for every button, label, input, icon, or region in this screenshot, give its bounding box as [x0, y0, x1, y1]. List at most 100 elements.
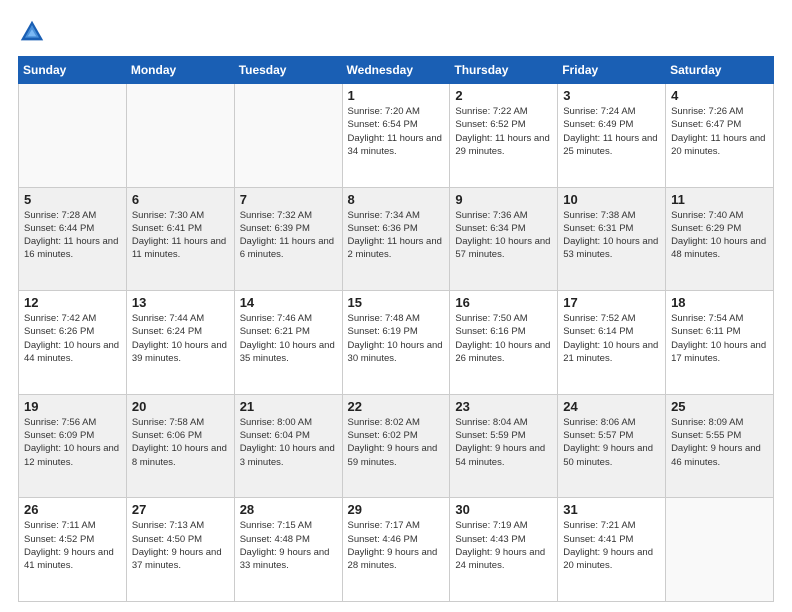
calendar-week-2: 12 Sunrise: 7:42 AM Sunset: 6:26 PM Dayli…	[19, 291, 774, 395]
header	[18, 18, 774, 46]
calendar-week-3: 19 Sunrise: 7:56 AM Sunset: 6:09 PM Dayli…	[19, 394, 774, 498]
calendar-cell: 14 Sunrise: 7:46 AM Sunset: 6:21 PM Dayli…	[234, 291, 342, 395]
calendar-cell: 1 Sunrise: 7:20 AM Sunset: 6:54 PM Daylig…	[342, 84, 450, 188]
day-info: Sunrise: 7:38 AM Sunset: 6:31 PM Dayligh…	[563, 209, 660, 262]
day-number: 14	[240, 295, 337, 310]
day-info: Sunrise: 7:56 AM Sunset: 6:09 PM Dayligh…	[24, 416, 121, 469]
day-number: 20	[132, 399, 229, 414]
day-number: 1	[348, 88, 445, 103]
day-info: Sunrise: 7:22 AM Sunset: 6:52 PM Dayligh…	[455, 105, 552, 158]
calendar-cell: 6 Sunrise: 7:30 AM Sunset: 6:41 PM Daylig…	[126, 187, 234, 291]
day-number: 11	[671, 192, 768, 207]
day-info: Sunrise: 8:00 AM Sunset: 6:04 PM Dayligh…	[240, 416, 337, 469]
day-info: Sunrise: 8:09 AM Sunset: 5:55 PM Dayligh…	[671, 416, 768, 469]
day-info: Sunrise: 7:44 AM Sunset: 6:24 PM Dayligh…	[132, 312, 229, 365]
calendar-cell: 21 Sunrise: 8:00 AM Sunset: 6:04 PM Dayli…	[234, 394, 342, 498]
day-info: Sunrise: 7:48 AM Sunset: 6:19 PM Dayligh…	[348, 312, 445, 365]
calendar-cell	[19, 84, 127, 188]
calendar-cell: 13 Sunrise: 7:44 AM Sunset: 6:24 PM Dayli…	[126, 291, 234, 395]
calendar-cell: 4 Sunrise: 7:26 AM Sunset: 6:47 PM Daylig…	[666, 84, 774, 188]
calendar-cell	[666, 498, 774, 602]
calendar-header-thursday: Thursday	[450, 57, 558, 84]
day-info: Sunrise: 8:06 AM Sunset: 5:57 PM Dayligh…	[563, 416, 660, 469]
day-info: Sunrise: 7:54 AM Sunset: 6:11 PM Dayligh…	[671, 312, 768, 365]
day-number: 5	[24, 192, 121, 207]
day-number: 6	[132, 192, 229, 207]
day-info: Sunrise: 7:15 AM Sunset: 4:48 PM Dayligh…	[240, 519, 337, 572]
day-number: 30	[455, 502, 552, 517]
day-info: Sunrise: 7:20 AM Sunset: 6:54 PM Dayligh…	[348, 105, 445, 158]
day-number: 23	[455, 399, 552, 414]
day-number: 25	[671, 399, 768, 414]
calendar-header-friday: Friday	[558, 57, 666, 84]
calendar-cell: 19 Sunrise: 7:56 AM Sunset: 6:09 PM Dayli…	[19, 394, 127, 498]
calendar-cell: 8 Sunrise: 7:34 AM Sunset: 6:36 PM Daylig…	[342, 187, 450, 291]
day-info: Sunrise: 7:32 AM Sunset: 6:39 PM Dayligh…	[240, 209, 337, 262]
day-info: Sunrise: 7:17 AM Sunset: 4:46 PM Dayligh…	[348, 519, 445, 572]
day-info: Sunrise: 7:28 AM Sunset: 6:44 PM Dayligh…	[24, 209, 121, 262]
day-number: 28	[240, 502, 337, 517]
calendar-cell: 9 Sunrise: 7:36 AM Sunset: 6:34 PM Daylig…	[450, 187, 558, 291]
day-info: Sunrise: 7:40 AM Sunset: 6:29 PM Dayligh…	[671, 209, 768, 262]
day-number: 24	[563, 399, 660, 414]
day-number: 17	[563, 295, 660, 310]
day-info: Sunrise: 7:36 AM Sunset: 6:34 PM Dayligh…	[455, 209, 552, 262]
day-info: Sunrise: 7:42 AM Sunset: 6:26 PM Dayligh…	[24, 312, 121, 365]
day-info: Sunrise: 7:24 AM Sunset: 6:49 PM Dayligh…	[563, 105, 660, 158]
calendar-cell: 16 Sunrise: 7:50 AM Sunset: 6:16 PM Dayli…	[450, 291, 558, 395]
day-number: 2	[455, 88, 552, 103]
calendar-cell: 12 Sunrise: 7:42 AM Sunset: 6:26 PM Dayli…	[19, 291, 127, 395]
calendar-cell: 25 Sunrise: 8:09 AM Sunset: 5:55 PM Dayli…	[666, 394, 774, 498]
calendar-header-saturday: Saturday	[666, 57, 774, 84]
logo	[18, 18, 50, 46]
day-number: 12	[24, 295, 121, 310]
day-number: 16	[455, 295, 552, 310]
calendar-week-0: 1 Sunrise: 7:20 AM Sunset: 6:54 PM Daylig…	[19, 84, 774, 188]
calendar-header-wednesday: Wednesday	[342, 57, 450, 84]
calendar-cell	[126, 84, 234, 188]
calendar-header-row: SundayMondayTuesdayWednesdayThursdayFrid…	[19, 57, 774, 84]
day-number: 13	[132, 295, 229, 310]
calendar-cell: 24 Sunrise: 8:06 AM Sunset: 5:57 PM Dayli…	[558, 394, 666, 498]
day-number: 8	[348, 192, 445, 207]
day-info: Sunrise: 7:46 AM Sunset: 6:21 PM Dayligh…	[240, 312, 337, 365]
calendar-week-1: 5 Sunrise: 7:28 AM Sunset: 6:44 PM Daylig…	[19, 187, 774, 291]
calendar-cell: 29 Sunrise: 7:17 AM Sunset: 4:46 PM Dayli…	[342, 498, 450, 602]
calendar-cell: 18 Sunrise: 7:54 AM Sunset: 6:11 PM Dayli…	[666, 291, 774, 395]
day-number: 27	[132, 502, 229, 517]
day-info: Sunrise: 7:52 AM Sunset: 6:14 PM Dayligh…	[563, 312, 660, 365]
calendar-header-monday: Monday	[126, 57, 234, 84]
day-number: 29	[348, 502, 445, 517]
day-number: 9	[455, 192, 552, 207]
calendar-table: SundayMondayTuesdayWednesdayThursdayFrid…	[18, 56, 774, 602]
calendar-header-sunday: Sunday	[19, 57, 127, 84]
day-info: Sunrise: 7:19 AM Sunset: 4:43 PM Dayligh…	[455, 519, 552, 572]
calendar-cell: 17 Sunrise: 7:52 AM Sunset: 6:14 PM Dayli…	[558, 291, 666, 395]
day-number: 7	[240, 192, 337, 207]
day-number: 31	[563, 502, 660, 517]
calendar-cell: 11 Sunrise: 7:40 AM Sunset: 6:29 PM Dayli…	[666, 187, 774, 291]
day-info: Sunrise: 7:30 AM Sunset: 6:41 PM Dayligh…	[132, 209, 229, 262]
day-number: 3	[563, 88, 660, 103]
day-number: 15	[348, 295, 445, 310]
day-info: Sunrise: 7:50 AM Sunset: 6:16 PM Dayligh…	[455, 312, 552, 365]
calendar-cell: 28 Sunrise: 7:15 AM Sunset: 4:48 PM Dayli…	[234, 498, 342, 602]
day-info: Sunrise: 7:11 AM Sunset: 4:52 PM Dayligh…	[24, 519, 121, 572]
day-info: Sunrise: 8:04 AM Sunset: 5:59 PM Dayligh…	[455, 416, 552, 469]
calendar-cell: 31Sunrise: 7:21 AM Sunset: 4:41 PM Dayli…	[558, 498, 666, 602]
day-info: Sunrise: 7:26 AM Sunset: 6:47 PM Dayligh…	[671, 105, 768, 158]
day-info: Sunrise: 7:58 AM Sunset: 6:06 PM Dayligh…	[132, 416, 229, 469]
calendar-cell: 26Sunrise: 7:11 AM Sunset: 4:52 PM Dayli…	[19, 498, 127, 602]
day-number: 18	[671, 295, 768, 310]
day-info: Sunrise: 7:34 AM Sunset: 6:36 PM Dayligh…	[348, 209, 445, 262]
calendar-cell: 23 Sunrise: 8:04 AM Sunset: 5:59 PM Dayli…	[450, 394, 558, 498]
calendar-cell	[234, 84, 342, 188]
day-number: 19	[24, 399, 121, 414]
calendar-cell: 7 Sunrise: 7:32 AM Sunset: 6:39 PM Daylig…	[234, 187, 342, 291]
day-number: 21	[240, 399, 337, 414]
day-info: Sunrise: 8:02 AM Sunset: 6:02 PM Dayligh…	[348, 416, 445, 469]
calendar-cell: 27Sunrise: 7:13 AM Sunset: 4:50 PM Dayli…	[126, 498, 234, 602]
logo-icon	[18, 18, 46, 46]
day-number: 4	[671, 88, 768, 103]
calendar-cell: 5 Sunrise: 7:28 AM Sunset: 6:44 PM Daylig…	[19, 187, 127, 291]
